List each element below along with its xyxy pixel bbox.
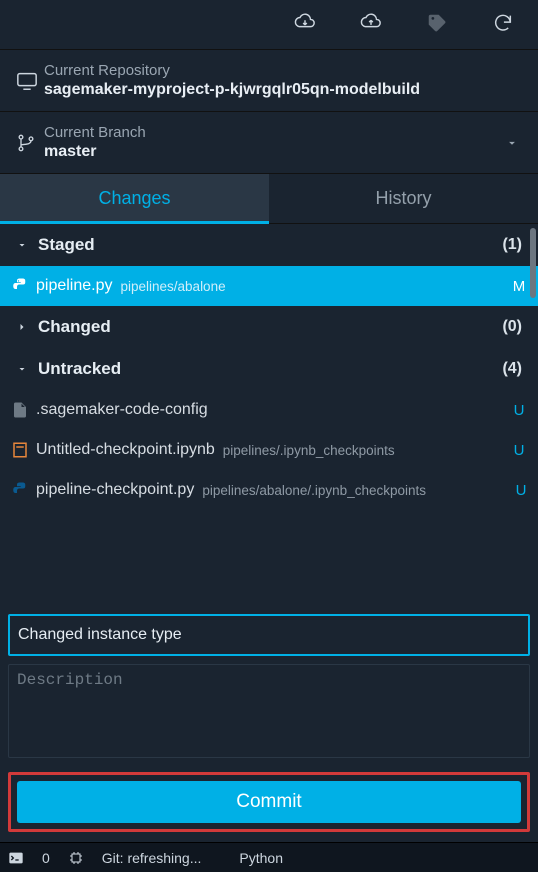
python-icon (10, 276, 30, 296)
file-status: U (512, 482, 530, 499)
branch-name: master (44, 143, 502, 161)
python-icon (10, 480, 30, 500)
group-untracked-header[interactable]: Untracked (4) (0, 348, 538, 390)
file-row[interactable]: pipeline-checkpoint.py pipelines/abalone… (0, 470, 538, 510)
commit-summary-input[interactable] (8, 614, 530, 656)
file-status: U (510, 442, 528, 459)
terminal-icon[interactable] (4, 850, 28, 866)
file-name: pipeline-checkpoint.py (36, 481, 194, 499)
commit-button-highlight: Commit (8, 772, 530, 832)
chevron-down-icon (502, 136, 522, 150)
tab-changes[interactable]: Changes (0, 174, 269, 223)
group-untracked-title: Untracked (38, 359, 121, 379)
kernel-icon[interactable] (64, 850, 88, 866)
chevron-down-icon (16, 239, 30, 251)
scrollbar[interactable] (530, 228, 536, 298)
repository-label: Current Repository (44, 62, 522, 79)
commit-area: Commit (8, 614, 530, 832)
commit-description-input[interactable] (8, 664, 530, 758)
status-language[interactable]: Python (235, 850, 287, 866)
file-path: pipelines/abalone (121, 279, 226, 294)
group-changed-header[interactable]: Changed (0) (0, 306, 538, 348)
monitor-icon (16, 70, 44, 92)
current-branch-section[interactable]: Current Branch master (0, 112, 538, 174)
file-name: pipeline.py (36, 277, 113, 295)
file-name: Untitled-checkpoint.ipynb (36, 441, 215, 459)
tabs: Changes History (0, 174, 538, 224)
group-staged-title: Staged (38, 235, 95, 255)
file-row[interactable]: .sagemaker-code-config U (0, 390, 538, 430)
repository-name: sagemaker-myproject-p-kjwrgqlr05qn-model… (44, 81, 522, 99)
file-name: .sagemaker-code-config (36, 401, 208, 419)
notebook-icon (10, 440, 30, 460)
chevron-down-icon (16, 363, 30, 375)
file-path: pipelines/.ipynb_checkpoints (223, 443, 395, 458)
cloud-download-icon[interactable] (294, 12, 316, 38)
group-staged-count: (1) (502, 236, 522, 254)
branch-label: Current Branch (44, 124, 502, 141)
changes-body: Staged (1) pipeline.py pipelines/abalone… (0, 224, 538, 842)
status-git[interactable]: Git: refreshing... (98, 850, 206, 866)
tab-history[interactable]: History (269, 174, 538, 223)
group-staged-header[interactable]: Staged (1) (0, 224, 538, 266)
group-changed-title: Changed (38, 317, 111, 337)
file-row[interactable]: pipeline.py pipelines/abalone M (0, 266, 538, 306)
refresh-icon[interactable] (492, 12, 514, 38)
status-bar: 0 Git: refreshing... Python (0, 842, 538, 872)
file-row[interactable]: Untitled-checkpoint.ipynb pipelines/.ipy… (0, 430, 538, 470)
status-errors[interactable]: 0 (38, 850, 54, 866)
top-toolbar (0, 0, 538, 50)
cloud-upload-icon[interactable] (360, 12, 382, 38)
current-repository-section[interactable]: Current Repository sagemaker-myproject-p… (0, 50, 538, 112)
file-status: M (510, 278, 528, 295)
chevron-right-icon (16, 321, 30, 333)
file-icon (10, 400, 30, 420)
file-path: pipelines/abalone/.ipynb_checkpoints (202, 483, 426, 498)
commit-button[interactable]: Commit (17, 781, 521, 823)
file-status: U (510, 402, 528, 419)
branch-icon (16, 133, 44, 153)
group-untracked-count: (4) (502, 360, 522, 378)
tag-icon[interactable] (426, 12, 448, 38)
group-changed-count: (0) (502, 318, 522, 336)
